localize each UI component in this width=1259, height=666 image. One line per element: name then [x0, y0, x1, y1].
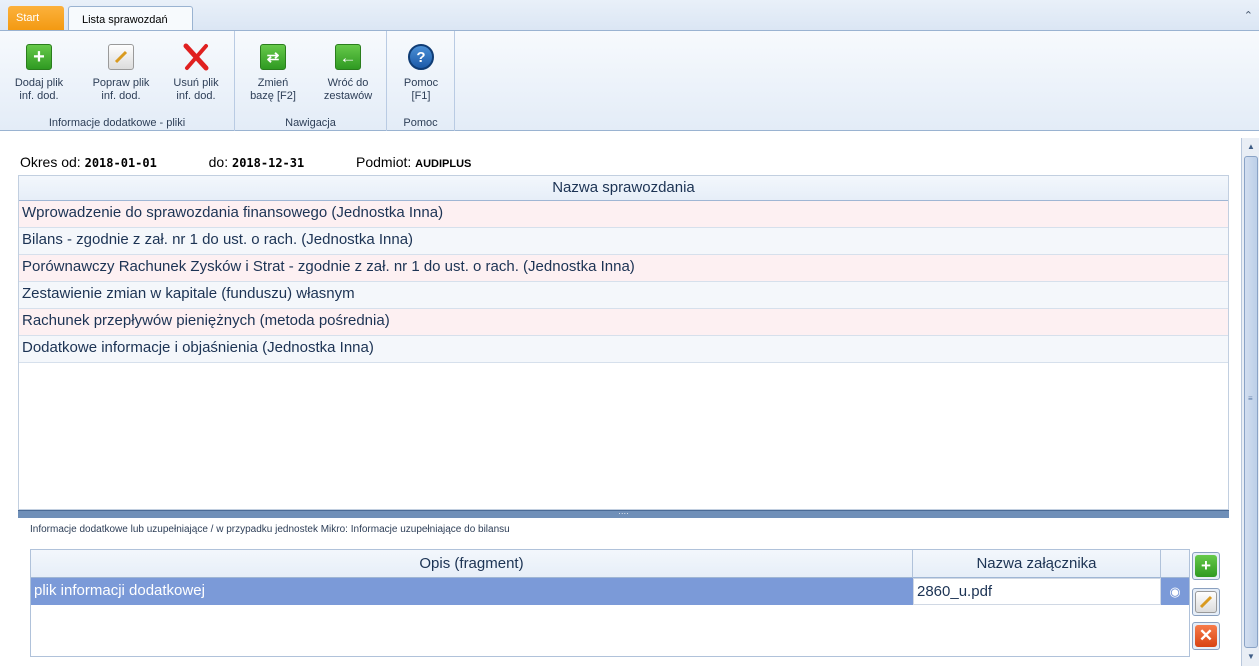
splitter-grip-icon: ····	[618, 509, 629, 518]
add-file-button[interactable]: + Dodaj plik inf. dod.	[4, 33, 74, 111]
delete-file-button[interactable]: Usuń plik inf. dod.	[164, 33, 228, 111]
question-icon: ?	[408, 44, 434, 70]
period-from-value: 2018-01-01	[84, 156, 157, 170]
edit-note-icon	[108, 44, 134, 70]
entity-value: AUDIPLUS	[415, 158, 472, 170]
add-file-label: Dodaj plik inf. dod.	[14, 77, 64, 102]
group-pomoc: ? Pomoc [F1] Pomoc	[387, 31, 455, 131]
help-button[interactable]: ? Pomoc [F1]	[391, 33, 451, 111]
panel-splitter[interactable]: ····	[18, 510, 1229, 518]
group-label-nawigacja: Nawigacja	[285, 117, 336, 129]
attachment-row[interactable]: plik informacji dodatkowej 2860_u.pdf ◉	[31, 578, 1189, 605]
col-preview-header	[1161, 550, 1189, 578]
help-label: Pomoc [F1]	[403, 77, 439, 102]
col-nazwa-header[interactable]: Nazwa załącznika	[913, 550, 1161, 578]
scroll-up-icon[interactable]: ▲	[1244, 140, 1258, 154]
report-row[interactable]: Porównawczy Rachunek Zysków i Strat - zg…	[19, 255, 1228, 282]
delete-cross-icon	[183, 43, 209, 71]
report-row[interactable]: Dodatkowe informacje i objaśnienia (Jedn…	[19, 336, 1228, 363]
tab-lista-sprawozdan[interactable]: Lista sprawozdań	[68, 6, 193, 31]
report-row[interactable]: Zestawienie zmian w kapitale (funduszu) …	[19, 282, 1228, 309]
edit-file-label: Popraw plik inf. dod.	[92, 77, 150, 102]
period-to-label: do:	[208, 154, 229, 170]
change-base-button[interactable]: ⇄ Zmień bazę [F2]	[237, 33, 309, 111]
swap-arrows-icon: ⇄	[260, 44, 286, 70]
reports-header[interactable]: Nazwa sprawozdania	[19, 176, 1228, 201]
scrollbar-thumb[interactable]: ≡	[1244, 156, 1258, 648]
attachment-add-button[interactable]: +	[1192, 552, 1220, 580]
entity-label: Podmiot:	[356, 154, 412, 170]
back-to-sets-label: Wróć do zestawów	[323, 77, 373, 102]
delete-file-label: Usuń plik inf. dod.	[173, 77, 219, 102]
attachments-section-label: Informacje dodatkowe lub uzupełniające /…	[30, 524, 510, 535]
preview-eye-icon[interactable]: ◉	[1161, 578, 1189, 605]
col-opis-header[interactable]: Opis (fragment)	[31, 550, 913, 578]
report-row[interactable]: Rachunek przepływów pieniężnych (metoda …	[19, 309, 1228, 336]
main-panel: Okres od: 2018-01-01 do: 2018-12-31 Podm…	[0, 138, 1241, 666]
ribbon-tab-bar: Start Lista sprawozdań ⌃	[0, 0, 1259, 31]
ribbon: + Dodaj plik inf. dod. Popraw plik inf. …	[0, 30, 1259, 131]
arrow-left-icon: ←	[335, 44, 361, 70]
period-from-label: Okres od:	[20, 154, 81, 170]
group-informacje-dodatkowe: + Dodaj plik inf. dod. Popraw plik inf. …	[0, 31, 235, 131]
attachment-filename[interactable]: 2860_u.pdf	[913, 578, 1161, 605]
reports-grid: Nazwa sprawozdania Wprowadzenie do spraw…	[18, 175, 1229, 510]
report-row[interactable]: Wprowadzenie do sprawozdania finansowego…	[19, 201, 1228, 228]
scroll-down-icon[interactable]: ▼	[1244, 650, 1258, 664]
plus-icon: +	[26, 44, 52, 70]
period-to-value: 2018-12-31	[231, 156, 305, 170]
edit-file-button[interactable]: Popraw plik inf. dod.	[84, 33, 158, 111]
plus-icon: +	[1195, 555, 1217, 577]
attachment-delete-button[interactable]: ✕	[1192, 622, 1220, 650]
scroll-grip-icon: ≡	[1248, 394, 1253, 403]
attachment-description[interactable]: plik informacji dodatkowej	[31, 578, 913, 605]
group-nawigacja: ⇄ Zmień bazę [F2] ← Wróć do zestawów Naw…	[235, 31, 387, 131]
collapse-ribbon-icon[interactable]: ⌃	[1244, 9, 1253, 22]
vertical-scrollbar[interactable]: ▲ ≡ ▼	[1241, 138, 1259, 666]
tab-start[interactable]: Start	[8, 6, 64, 30]
back-to-sets-button[interactable]: ← Wróć do zestawów	[313, 33, 383, 111]
close-icon: ✕	[1195, 625, 1217, 647]
attachment-edit-button[interactable]	[1192, 588, 1220, 616]
group-label-pomoc: Pomoc	[403, 117, 438, 129]
group-label-informacje: Informacje dodatkowe - pliki	[48, 117, 186, 129]
change-base-label: Zmień bazę [F2]	[250, 77, 296, 102]
period-info: Okres od: 2018-01-01 do: 2018-12-31 Podm…	[20, 154, 471, 170]
edit-note-icon	[1195, 591, 1217, 613]
report-row[interactable]: Bilans - zgodnie z zał. nr 1 do ust. o r…	[19, 228, 1228, 255]
attachments-grid: Opis (fragment) Nazwa załącznika plik in…	[30, 549, 1190, 657]
